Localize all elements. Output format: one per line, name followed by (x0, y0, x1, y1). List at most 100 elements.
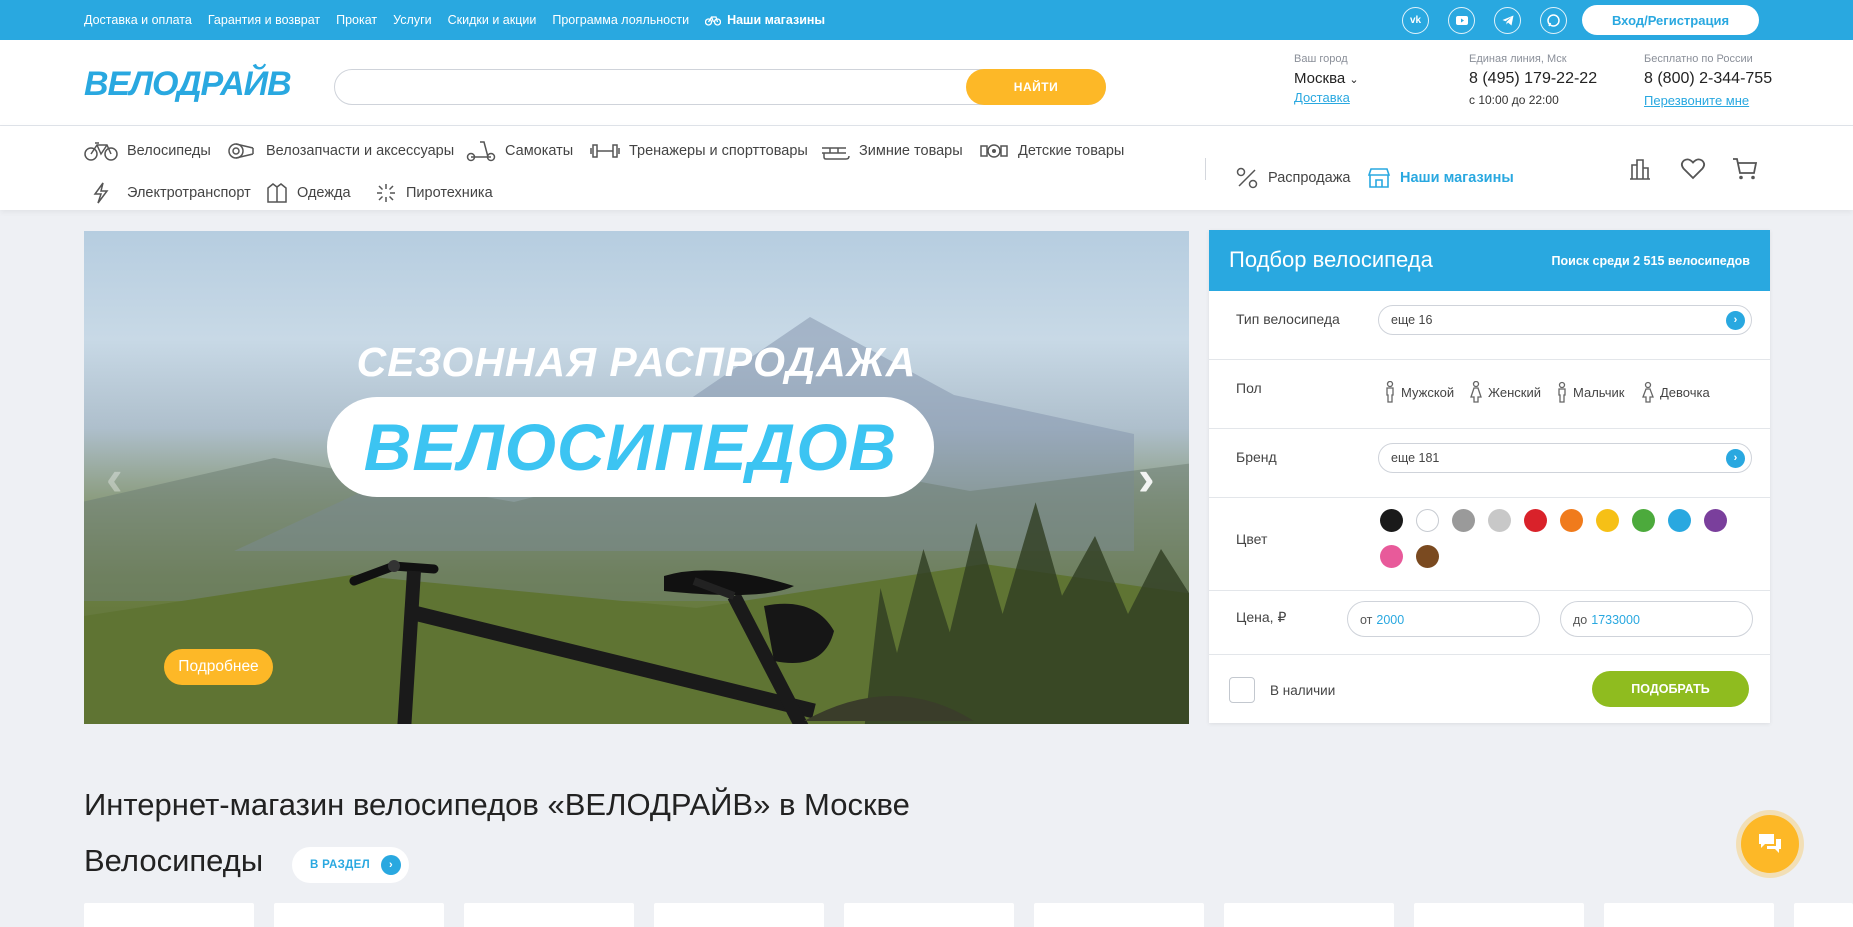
top-link-discounts[interactable]: Скидки и акции (448, 13, 537, 27)
product-card[interactable] (464, 903, 634, 927)
product-card[interactable] (1414, 903, 1584, 927)
nav-item-fitness[interactable]: Тренажеры и спорттовары (590, 140, 808, 162)
nav-item-label: Самокаты (505, 143, 574, 159)
color-swatch[interactable] (1488, 509, 1511, 532)
filter-row-actions: В наличии ПОДОБРАТЬ (1209, 655, 1770, 722)
sled-icon (822, 147, 850, 160)
color-swatch[interactable] (1668, 509, 1691, 532)
pick-button[interactable]: ПОДОБРАТЬ (1592, 671, 1749, 707)
nav-item-label: Электротранспорт (127, 185, 251, 201)
nav-item-sale[interactable]: Распродажа (1235, 166, 1350, 190)
color-swatch[interactable] (1452, 509, 1475, 532)
favorites-icon[interactable] (1680, 157, 1706, 181)
nav-item-parts[interactable]: Велозапчасти и аксессуары (227, 140, 454, 162)
top-link-delivery[interactable]: Доставка и оплата (84, 13, 192, 27)
nav-item-label: Детские товары (1018, 143, 1125, 159)
chat-icon[interactable] (1540, 7, 1567, 34)
gender-male[interactable]: Мужской (1385, 381, 1454, 403)
color-swatch[interactable] (1704, 509, 1727, 532)
product-card[interactable] (274, 903, 444, 927)
color-swatch[interactable] (1560, 509, 1583, 532)
filter-price-label: Цена, ₽ (1236, 609, 1287, 625)
top-link-loyalty[interactable]: Программа лояльности (552, 13, 689, 27)
telegram-icon[interactable] (1494, 7, 1521, 34)
color-swatch[interactable] (1596, 509, 1619, 532)
color-swatch[interactable] (1632, 509, 1655, 532)
color-swatch[interactable] (1416, 509, 1439, 532)
product-card[interactable] (844, 903, 1014, 927)
gender-female[interactable]: Женский (1470, 381, 1541, 403)
vk-icon[interactable]: vk (1402, 7, 1429, 34)
msk-phone[interactable]: 8 (495) 179-22-22 (1469, 70, 1597, 88)
section-link-button[interactable]: В РАЗДЕЛ › (292, 847, 409, 883)
product-card[interactable] (1794, 903, 1853, 927)
promo-banner[interactable]: СЕЗОННАЯ РАСПРОДАЖА ВЕЛОСИПЕДОВ ‹ › Подр… (84, 231, 1189, 724)
youtube-icon[interactable] (1448, 7, 1475, 34)
color-swatch[interactable] (1380, 509, 1403, 532)
banner-bike-image (349, 560, 974, 724)
city-value: Москва (1294, 70, 1346, 87)
delivery-link[interactable]: Доставка (1294, 90, 1359, 105)
product-card[interactable] (654, 903, 824, 927)
color-swatch[interactable] (1380, 545, 1403, 568)
ru-phone[interactable]: 8 (800) 2-344-755 (1644, 70, 1772, 88)
filter-row-gender: Пол Мужской Женский Мальчик Девочка (1209, 360, 1770, 429)
logo[interactable]: ВЕЛОДРАЙВ (84, 65, 292, 104)
gender-girl[interactable]: Девочка (1642, 381, 1710, 403)
nav-item-electro[interactable]: Электротранспорт (90, 182, 251, 204)
cart-icon[interactable] (1732, 157, 1758, 181)
ru-phone-block: Бесплатно по России 8 (800) 2-344-755 Пе… (1644, 53, 1772, 108)
city-select[interactable]: Москва ⌄ (1294, 70, 1359, 87)
nav-item-shops[interactable]: Наши магазины (1367, 166, 1514, 190)
search-box: НАЙТИ (334, 69, 1106, 105)
price-from-input[interactable]: от 2000 (1347, 601, 1540, 637)
nav-item-scooters[interactable]: Самокаты (466, 140, 573, 162)
in-stock-checkbox[interactable] (1229, 677, 1255, 703)
search-button[interactable]: НАЙТИ (966, 69, 1106, 105)
price-to-label: до (1573, 613, 1588, 627)
chat-button[interactable] (1741, 815, 1799, 873)
top-link-services[interactable]: Услуги (393, 13, 431, 27)
filter-gender-label: Пол (1236, 380, 1262, 396)
gender-label: Женский (1488, 384, 1541, 400)
nav-item-bikes[interactable]: Велосипеды (84, 140, 211, 162)
bike-icon (705, 16, 722, 26)
nav-item-winter[interactable]: Зимние товары (820, 140, 963, 162)
prev-slide-arrow[interactable]: ‹ (106, 449, 123, 507)
product-card[interactable] (1034, 903, 1204, 927)
nav-item-pyro[interactable]: Пиротехника (375, 182, 493, 204)
filter-row-type: Тип велосипеда еще 16 › (1209, 291, 1770, 360)
price-to-input[interactable]: до 1733000 (1560, 601, 1753, 637)
callback-link[interactable]: Перезвоните мне (1644, 93, 1772, 108)
top-links: Доставка и оплата Гарантия и возврат Про… (84, 0, 841, 40)
gender-label: Девочка (1660, 384, 1710, 400)
top-link-warranty[interactable]: Гарантия и возврат (208, 13, 320, 27)
filter-type-select[interactable]: еще 16 › (1378, 305, 1752, 335)
percent-icon (1236, 167, 1258, 189)
section-title: Велосипеды (84, 843, 264, 878)
compare-icon[interactable] (1628, 157, 1652, 181)
nav-divider (1205, 158, 1206, 180)
color-swatch[interactable] (1416, 545, 1439, 568)
nav-item-label: Велосипеды (127, 143, 211, 159)
banner-title-line1: СЕЗОННАЯ РАСПРОДАЖА (356, 339, 917, 385)
top-link-rental[interactable]: Прокат (336, 13, 377, 27)
nav-item-clothes[interactable]: Одежда (266, 182, 351, 204)
search-input[interactable] (351, 78, 951, 98)
login-button[interactable]: Вход/Регистрация (1582, 5, 1759, 35)
social-links: vk (1402, 7, 1586, 34)
nav-item-kids[interactable]: Детские товары (979, 140, 1124, 162)
product-card[interactable] (84, 903, 254, 927)
filter-header: Подбор велосипеда Поиск среди 2 515 вело… (1209, 230, 1770, 291)
color-swatch[interactable] (1524, 509, 1547, 532)
gender-boy[interactable]: Мальчик (1557, 381, 1624, 403)
top-link-shops[interactable]: Наши магазины (705, 13, 825, 27)
product-card[interactable] (1224, 903, 1394, 927)
banner-more-button[interactable]: Подробнее (164, 649, 273, 685)
chevron-right-icon: › (1726, 311, 1745, 330)
boy-icon (1558, 381, 1566, 403)
filter-brand-select[interactable]: еще 181 › (1378, 443, 1752, 473)
next-slide-arrow[interactable]: › (1138, 449, 1155, 507)
page-title: Интернет-магазин велосипедов «ВЕЛОДРАЙВ»… (84, 787, 910, 822)
product-card[interactable] (1604, 903, 1774, 927)
